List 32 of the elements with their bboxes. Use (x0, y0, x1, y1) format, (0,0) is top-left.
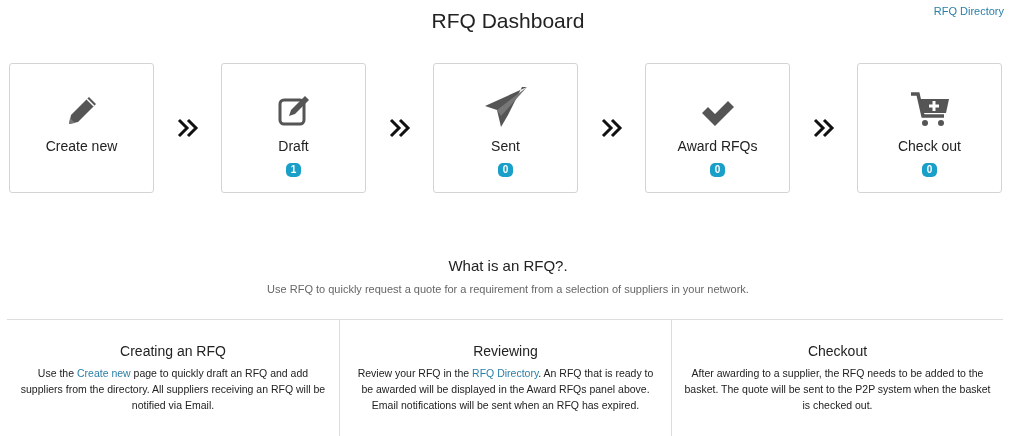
page-title: RFQ Dashboard (431, 9, 585, 33)
step-label: Draft (278, 138, 309, 154)
count-badge: 1 (285, 163, 302, 177)
section-heading: What is an RFQ?. (448, 257, 568, 274)
column-heading: Creating an RFQ (120, 343, 226, 359)
column-text: Use the Create new page to quickly draft an RFQ and add suppliers from the directory. All suppliers receiving an RFQ will be notified via Email. (19, 366, 327, 413)
step-card[interactable]: Create new (9, 63, 154, 193)
count-badge: 0 (921, 163, 938, 177)
double-chevron-icon (812, 118, 835, 138)
paper-plane-icon (483, 86, 528, 128)
step-label: Award RFQs (677, 138, 758, 154)
text-link[interactable]: Create new (76, 367, 131, 379)
count-badge: 0 (709, 163, 726, 177)
count-badge: 0 (497, 163, 514, 177)
step-card[interactable]: Sent 0 (433, 63, 578, 193)
step-label: Create new (45, 138, 118, 154)
column-text: Review your RFQ in the RFQ Directory. An RFQ that is ready to be awarded will be displayed in the Award RFQs panel above. Email notifications will be sent when an RFQ has expired. (356, 366, 655, 413)
step-label: Check out (897, 138, 961, 154)
step-card[interactable]: Check out 0 (857, 63, 1002, 193)
edit-icon (276, 94, 311, 128)
double-chevron-icon (388, 118, 411, 138)
cart-plus-icon (909, 92, 950, 128)
intro-text: Use RFQ to quickly request a quote for a requirement from a selection of suppliers in your network. (267, 283, 749, 295)
step-card[interactable]: Award RFQs 0 (645, 63, 790, 193)
column-heading: Reviewing (473, 343, 538, 359)
double-chevron-icon (600, 118, 623, 138)
step-card[interactable]: Draft 1 (221, 63, 366, 193)
step-label: Sent (491, 138, 520, 154)
double-chevron-icon (176, 118, 199, 138)
directory-link[interactable]: RFQ Directory (933, 5, 1004, 17)
column-heading: Checkout (807, 343, 868, 359)
column-text: After awarding to a supplier, the RFQ needs to be added to the basket. The quote will be sent to the P2P system when the basket is checked out. (684, 366, 991, 413)
